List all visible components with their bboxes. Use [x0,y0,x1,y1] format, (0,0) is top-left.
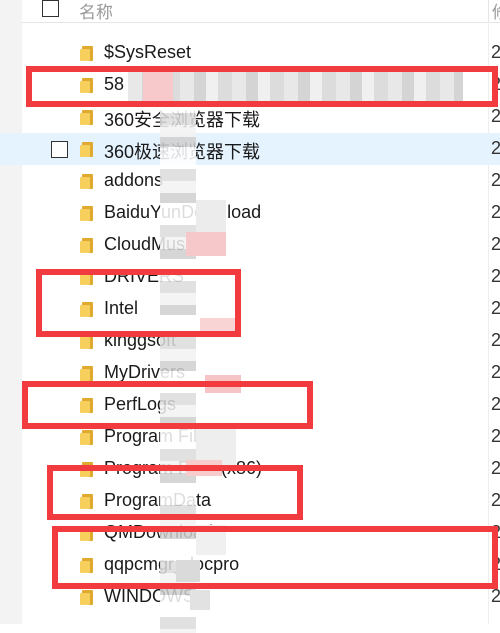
date-modified: 2 [491,42,500,62]
highlight-box [26,66,498,107]
date-modified: 2 [491,426,500,446]
date-modified: 2 [491,234,500,254]
redaction-mosaic [190,590,210,610]
file-name[interactable]: $SysReset [104,42,191,63]
column-name-header[interactable]: 名称 [79,0,113,23]
highlight-box [52,526,498,589]
folder-icon [80,142,93,157]
column-header: 名称 修 [22,0,500,23]
date-modified: 2 [491,490,500,510]
file-row[interactable]: BaiduYunDownload 2 [0,197,500,229]
date-modified: 2 [491,394,500,414]
folder-icon [80,366,93,381]
highlight-box [22,381,313,429]
file-row[interactable]: $SysReset 2 [0,37,500,69]
redaction-mosaic-pink [186,232,226,256]
date-modified: 2 [491,138,500,158]
file-row[interactable]: addons 2 [0,165,500,197]
folder-icon [80,590,93,605]
date-modified: 2 [491,586,500,606]
select-all-checkbox[interactable] [42,0,59,17]
date-modified: 2 [491,362,500,382]
highlight-box [36,269,241,337]
redaction-mosaic [196,425,236,465]
folder-icon [80,174,93,189]
folder-icon [80,206,93,221]
folder-icon [80,430,93,445]
file-row-hovered[interactable]: 360极速浏览器下载 2 [0,133,500,165]
file-name[interactable]: addons [104,170,163,191]
file-list-pane: 名称 修 $SysReset 2 58 2 360安全浏览器下载 2 360极速… [0,0,500,633]
date-modified: 2 [491,330,500,350]
date-modified: 2 [491,106,500,126]
date-modified: 2 [491,266,500,286]
folder-icon [80,238,93,253]
highlight-box [47,465,303,520]
date-modified: 2 [491,170,500,190]
row-checkbox[interactable] [51,141,68,158]
column-date-header[interactable]: 修 [492,0,500,23]
folder-icon [80,46,93,61]
column-divider[interactable] [488,0,489,22]
date-modified: 2 [491,458,500,478]
folder-icon [80,110,93,125]
date-modified: 2 [491,298,500,318]
file-row[interactable]: CloudMusic 2 [0,229,500,261]
date-modified: 2 [491,202,500,222]
